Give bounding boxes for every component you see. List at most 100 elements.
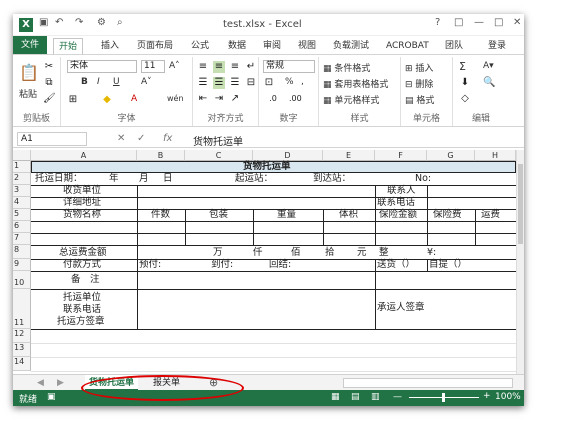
align-middle-icon[interactable]: ≡ [213, 61, 225, 73]
column-header-d[interactable]: D [253, 150, 323, 161]
vertical-scrollbar[interactable] [516, 150, 524, 374]
autosum-button[interactable]: Σ [459, 60, 466, 73]
increase-indent-icon[interactable]: ⇥ [213, 93, 225, 105]
tab-view[interactable]: 视图 [298, 38, 316, 54]
ribbon-display-icon[interactable]: □ [454, 17, 463, 28]
decrease-indent-icon[interactable]: ⇤ [197, 93, 209, 105]
format-cells-button[interactable]: ▤ 格式 [405, 93, 434, 106]
row-header-12[interactable]: 12 [13, 329, 31, 343]
row-header-13[interactable]: 13 [13, 343, 31, 357]
row-header-4[interactable]: 4 [13, 197, 31, 209]
percent-button[interactable]: % [285, 77, 294, 87]
tab-team[interactable]: 团队 [445, 38, 463, 54]
borders-icon[interactable]: ⊞ [67, 94, 79, 106]
row-header-11[interactable]: 11 [13, 289, 31, 329]
paste-icon[interactable]: 📋 [19, 63, 39, 83]
minimize-icon[interactable]: — [474, 17, 484, 28]
font-name-select[interactable]: 宋体 [67, 60, 137, 73]
currency-icon[interactable]: ⊡ [263, 77, 275, 89]
number-format-select[interactable]: 常规 [263, 60, 315, 73]
column-header-f[interactable]: F [375, 150, 427, 161]
grow-font-button[interactable]: A˄ [169, 61, 180, 71]
scroll-thumb[interactable] [518, 164, 523, 244]
tab-review[interactable]: 审阅 [263, 38, 281, 54]
column-header-h[interactable]: H [475, 150, 516, 161]
cell-styles-button[interactable]: ▦ 单元格样式 [323, 93, 379, 106]
select-all-corner[interactable] [13, 150, 31, 161]
print-preview-icon[interactable]: ⌕ [117, 17, 123, 28]
row-header-6[interactable]: 6 [13, 221, 31, 233]
tab-page-layout[interactable]: 页面布局 [137, 38, 173, 54]
tab-data[interactable]: 数据 [228, 38, 246, 54]
name-box[interactable]: A1 [17, 132, 87, 146]
next-sheet-icon[interactable]: ▶ [53, 375, 68, 391]
column-header-e[interactable]: E [323, 150, 375, 161]
align-top-icon[interactable]: ≡ [197, 61, 209, 73]
wrap-text-icon[interactable]: ↵ [245, 61, 257, 73]
column-header-b[interactable]: B [137, 150, 185, 161]
row-header-2[interactable]: 2 [13, 173, 31, 185]
worksheet-grid[interactable]: A B C D E F G H 1 2 3 4 5 6 7 8 9 10 11 … [13, 150, 516, 374]
column-header-g[interactable]: G [427, 150, 475, 161]
page-break-view-icon[interactable]: ▥ [371, 392, 380, 402]
merge-center-icon[interactable]: ⊟ [245, 77, 257, 89]
fill-color-icon[interactable]: ◆ [101, 94, 113, 106]
tab-acrobat[interactable]: ACROBAT [386, 38, 429, 54]
enter-icon[interactable]: ✓ [137, 133, 145, 144]
copy-icon[interactable]: ⧉ [43, 77, 55, 89]
horizontal-scrollbar[interactable] [343, 378, 513, 388]
phonetic-button[interactable]: wén [167, 94, 184, 103]
undo-icon[interactable]: ↶ [55, 17, 63, 28]
row-header-10[interactable]: 10 [13, 271, 31, 289]
row-header-5[interactable]: 5 [13, 209, 31, 221]
font-color-button[interactable]: A [131, 94, 137, 104]
orientation-icon[interactable]: ↗ [229, 93, 241, 105]
italic-button[interactable]: I [97, 77, 100, 87]
macro-record-icon[interactable]: ▣ [47, 392, 56, 402]
fill-icon[interactable]: ⬇ [459, 77, 471, 89]
tab-load-test[interactable]: 负载测试 [333, 38, 369, 54]
tab-formulas[interactable]: 公式 [191, 38, 209, 54]
insert-function-button[interactable]: fx [163, 133, 172, 144]
tab-insert[interactable]: 插入 [101, 38, 119, 54]
row-header-14[interactable]: 14 [13, 357, 31, 371]
font-size-select[interactable]: 11 [141, 60, 165, 73]
cancel-icon[interactable]: ✕ [117, 133, 125, 144]
tab-home[interactable]: 开始 [53, 38, 84, 54]
delete-cells-button[interactable]: ⊟ 删除 [405, 77, 433, 90]
cut-icon[interactable]: ✂ [43, 61, 55, 73]
paste-button[interactable]: 粘贴 [19, 87, 37, 100]
formula-input[interactable]: 货物托运单 [193, 133, 243, 148]
row-header-7[interactable]: 7 [13, 233, 31, 245]
bold-button[interactable]: B [81, 77, 88, 87]
format-painter-icon[interactable]: 🖌 [43, 93, 56, 105]
column-header-c[interactable]: C [185, 150, 253, 161]
normal-view-icon[interactable]: ▦ [331, 392, 340, 402]
zoom-slider-thumb[interactable] [442, 393, 445, 402]
row-header-9[interactable]: 9 [13, 259, 31, 271]
increase-decimal-icon[interactable]: .0 [267, 93, 279, 105]
format-table-button[interactable]: ▦ 套用表格格式 [323, 77, 388, 90]
prev-sheet-icon[interactable]: ◀ [33, 375, 48, 391]
column-header-a[interactable]: A [31, 150, 137, 161]
conditional-format-button[interactable]: ▦ 条件格式 [323, 61, 370, 74]
tab-file[interactable]: 文件 [13, 36, 47, 54]
underline-button[interactable]: U [113, 77, 120, 87]
help-icon[interactable]: ? [435, 17, 440, 28]
close-icon[interactable]: ✕ [513, 17, 521, 28]
row-header-1[interactable]: 1 [13, 161, 31, 173]
sort-filter-button[interactable]: A▾ [483, 61, 494, 71]
maximize-icon[interactable]: □ [494, 17, 503, 28]
customize-icon[interactable]: ⚙ [97, 17, 106, 28]
shrink-font-button[interactable]: A˅ [141, 77, 152, 87]
save-icon[interactable]: ▣ [39, 17, 48, 28]
page-layout-view-icon[interactable]: ▤ [351, 392, 360, 402]
sign-in-link[interactable]: 登录 [488, 38, 506, 54]
insert-cells-button[interactable]: ⊞ 插入 [405, 61, 433, 74]
redo-icon[interactable]: ↷ [75, 17, 83, 28]
row-header-3[interactable]: 3 [13, 185, 31, 197]
clear-icon[interactable]: ◇ [459, 93, 471, 105]
zoom-out-button[interactable]: — [393, 392, 402, 402]
align-right-icon[interactable]: ☰ [229, 77, 241, 89]
find-select-icon[interactable]: 🔍 [483, 77, 495, 89]
